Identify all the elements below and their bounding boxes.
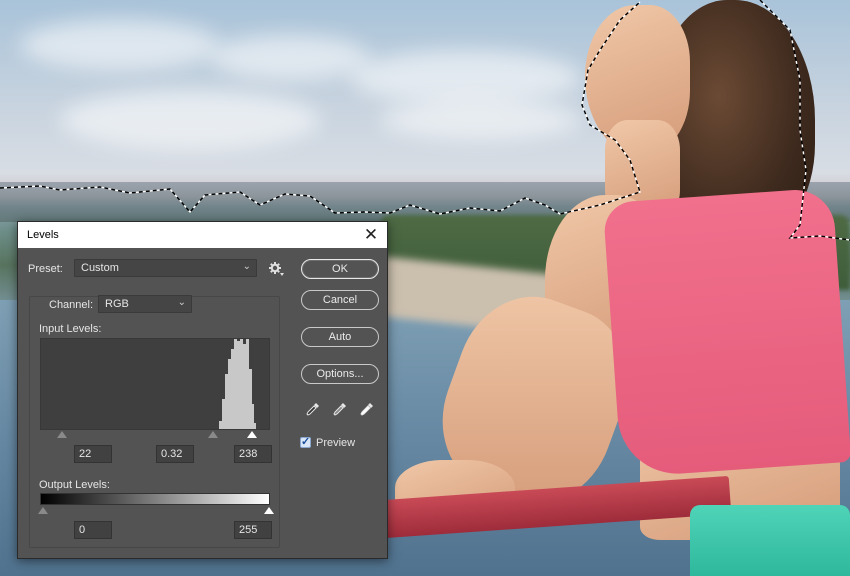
output-levels-label: Output Levels:: [39, 479, 110, 491]
preset-label: Preset:: [28, 263, 63, 275]
output-black-handle[interactable]: [38, 507, 48, 514]
input-black-field[interactable]: [74, 445, 112, 463]
dialog-body: Preset: Custom ⌄ Channel: RGB ⌄ Input Le…: [18, 248, 387, 558]
preset-select[interactable]: Custom ⌄: [74, 259, 257, 277]
black-eyedropper-icon[interactable]: [306, 402, 320, 418]
channel-label: Channel:: [49, 299, 94, 311]
options-button[interactable]: Options...: [301, 364, 379, 384]
dialog-titlebar[interactable]: Levels ✕: [18, 222, 387, 248]
preset-value: Custom: [81, 262, 119, 274]
channel-value: RGB: [105, 298, 129, 310]
input-gamma-field[interactable]: [156, 445, 194, 463]
chevron-down-icon: ⌄: [177, 297, 186, 308]
input-white-field[interactable]: [234, 445, 272, 463]
input-gamma-handle[interactable]: [208, 431, 218, 438]
levels-dialog: Levels ✕ Preset: Custom ⌄ Channel: RGB ⌄…: [17, 221, 388, 559]
preview-checkbox[interactable]: [300, 435, 311, 448]
output-levels-slider: [38, 507, 274, 517]
gear-icon[interactable]: [268, 261, 284, 277]
output-white-handle[interactable]: [264, 507, 274, 514]
preview-label: Preview: [316, 437, 356, 449]
chevron-down-icon: ⌄: [242, 261, 251, 272]
output-black-field[interactable]: [74, 521, 112, 539]
input-levels-label: Input Levels:: [39, 323, 102, 335]
output-gradient-bar: [40, 493, 270, 505]
close-icon[interactable]: ✕: [361, 225, 381, 245]
input-black-point-handle[interactable]: [57, 431, 67, 438]
white-eyedropper-icon[interactable]: [360, 402, 374, 418]
dialog-title: Levels: [27, 229, 59, 241]
ok-button[interactable]: OK: [301, 259, 379, 279]
gray-eyedropper-icon[interactable]: [333, 402, 347, 418]
cancel-button[interactable]: Cancel: [301, 290, 379, 310]
input-white-point-handle[interactable]: [247, 431, 257, 438]
channel-select[interactable]: RGB ⌄: [98, 295, 192, 313]
output-white-field[interactable]: [234, 521, 272, 539]
histogram: [40, 338, 270, 430]
input-levels-slider: [40, 431, 270, 441]
auto-button[interactable]: Auto: [301, 327, 379, 347]
